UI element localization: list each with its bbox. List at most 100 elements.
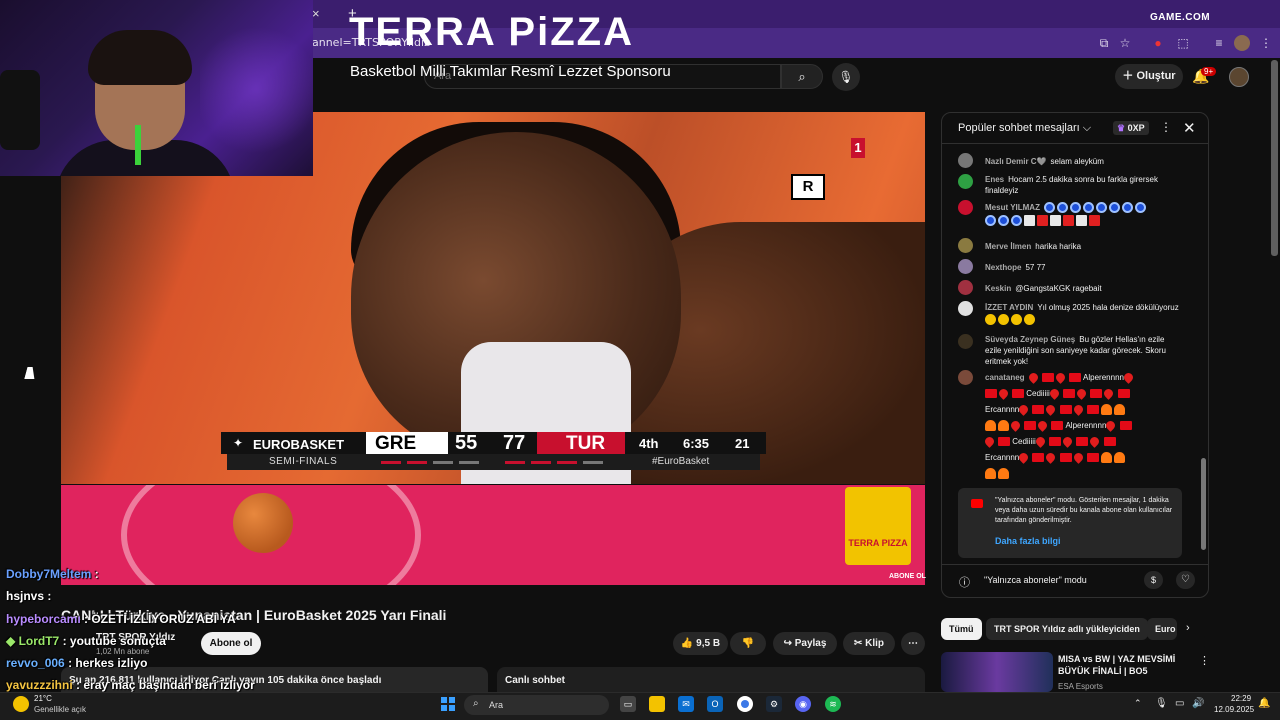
tray-overflow-icon[interactable]: ⌃ — [1134, 698, 1142, 709]
bookmark-star-icon[interactable]: ☆ — [1117, 35, 1133, 51]
steam-icon[interactable]: ⚙ — [766, 696, 782, 712]
notifications-icon[interactable]: 🔔 — [1258, 698, 1270, 709]
overlay-chat-text: : — [47, 589, 52, 603]
chat-author[interactable]: canataneg — [985, 373, 1025, 382]
spotify-icon[interactable]: ≋ — [825, 696, 841, 712]
team1-name: GRE — [375, 433, 417, 454]
related-video-channel[interactable]: ESA Esports — [1058, 682, 1103, 691]
create-button[interactable]: ＋ Oluştur — [1115, 64, 1183, 89]
chat-more-icon[interactable]: ⋮ — [1160, 120, 1172, 134]
streamer-webcam — [0, 0, 313, 176]
overlay-chat-user: yavuzzzihni — [6, 678, 73, 692]
search-button[interactable]: ⌕ — [781, 64, 823, 89]
network-icon[interactable]: ▭ — [1175, 698, 1184, 709]
taskbar-time[interactable]: 22:29 — [1231, 694, 1251, 703]
volume-icon[interactable]: 🔊 — [1192, 698, 1204, 709]
chat-author[interactable]: İZZET AYDIN — [985, 303, 1033, 312]
install-app-icon[interactable]: ⧉ — [1096, 35, 1112, 51]
channel-subscriber-count: 1,02 Mn abone — [96, 647, 150, 656]
chat-message: canataneg Alperennnn Cediiiii Ercannnn A… — [983, 370, 1183, 482]
emoji-turkey-flag-icon — [1024, 421, 1037, 431]
chat-author[interactable]: Mesut YILMAZ — [985, 203, 1040, 212]
account-avatar[interactable] — [1229, 67, 1249, 87]
overlay-chat-text: : youtube sonuçta — [62, 634, 166, 648]
related-video-title[interactable]: MISA vs BW | YAZ MEVSİMİ BÜYÜK FİNALİ | … — [1058, 653, 1188, 677]
chat-text: Ercannnn — [985, 405, 1020, 414]
avatar — [958, 238, 973, 253]
chat-author[interactable]: Merve İlmen — [985, 242, 1031, 251]
emoji-fire-icon — [1113, 404, 1125, 416]
media-control-icon[interactable]: ≡ — [1211, 35, 1227, 51]
heart-reaction-icon[interactable]: ♡ — [1176, 571, 1195, 589]
emoji-fire-icon — [998, 468, 1009, 480]
chat-divider — [942, 143, 1208, 144]
mail-icon[interactable]: ✉ — [678, 696, 694, 712]
tab-close-icon[interactable]: × — [312, 6, 320, 21]
emoji-turkey-flag-icon — [1051, 421, 1064, 431]
plus-icon: ＋ — [1122, 70, 1137, 82]
info-icon[interactable]: ⓘ — [959, 574, 970, 590]
related-video-thumbnail[interactable] — [941, 652, 1053, 692]
emoji-red-square-icon — [1037, 215, 1048, 226]
youtube-icon — [971, 499, 983, 508]
team-foul-indicator — [583, 461, 603, 464]
weather-temperature[interactable]: 21°C — [34, 694, 52, 703]
chat-mode-dropdown[interactable]: Popüler sohbet mesajları ⌵ — [958, 122, 1091, 135]
taskbar-search[interactable] — [464, 695, 609, 715]
chat-close-icon[interactable]: ✕ — [1183, 119, 1196, 137]
emoji-smile-icon — [1024, 314, 1035, 325]
taskbar-date[interactable]: 12.09.2025 — [1214, 705, 1254, 714]
banner-logo-text: TERRA PIZZA — [848, 538, 908, 548]
learn-more-link[interactable]: Daha fazla bilgi — [995, 536, 1061, 546]
subscribe-button[interactable]: Abone ol — [201, 632, 261, 655]
share-button[interactable]: ↪ Paylaş — [773, 632, 837, 655]
emoji-ring-icon — [1043, 202, 1055, 213]
emoji-turkey-flag-icon — [1076, 437, 1089, 447]
discord-icon[interactable]: ◉ — [795, 696, 811, 712]
microphone-tray-icon[interactable]: 🎙 — [1155, 698, 1168, 709]
windows-logo-icon — [449, 697, 455, 703]
emoji-smile-icon — [1011, 314, 1022, 325]
basketball-icon — [233, 493, 293, 553]
emoji-heart-icon — [1071, 403, 1085, 417]
weather-icon[interactable] — [13, 696, 29, 712]
browser-menu-icon[interactable]: ⋮ — [1258, 35, 1274, 51]
chat-xp-badge[interactable]: ♛ 0XP — [1113, 121, 1149, 135]
chrome-icon[interactable] — [737, 696, 753, 712]
outlook-icon[interactable]: O — [707, 696, 723, 712]
emoji-heart-icon — [983, 435, 996, 449]
emoji-ring-icon — [1134, 202, 1146, 213]
chat-author[interactable]: Enes — [985, 175, 1004, 184]
chat-scrollbar[interactable] — [1201, 458, 1206, 550]
clip-button[interactable]: ✂ Klip — [843, 632, 895, 655]
notification-badge: 9+ — [1201, 67, 1217, 76]
super-chat-button[interactable]: $ — [1144, 571, 1163, 589]
filter-chip-euro[interactable]: Euro — [1147, 618, 1177, 640]
chat-author[interactable]: Nexthope — [985, 263, 1021, 272]
profile-avatar[interactable] — [1234, 35, 1250, 51]
related-video-menu-icon[interactable]: ⋮ — [1199, 654, 1210, 667]
chat-author[interactable]: Süveyda Zeynep Güneş — [985, 335, 1075, 344]
emoji-heart-icon — [1009, 419, 1022, 433]
file-explorer-icon[interactable] — [649, 696, 665, 712]
chat-author[interactable]: Keskin — [985, 284, 1011, 293]
page-scrollbar[interactable] — [1271, 60, 1278, 256]
chevron-right-icon[interactable]: › — [1186, 622, 1190, 634]
extension-puzzle-icon[interactable]: ⬚ — [1175, 35, 1191, 51]
like-button[interactable]: 👍 9,5 B — [673, 632, 728, 655]
more-actions-button[interactable]: ⋯ — [901, 632, 925, 655]
chat-author[interactable]: Nazlı Demir C🩶 — [985, 157, 1047, 166]
emoji-turkey-flag-icon — [1041, 373, 1054, 383]
start-button[interactable] — [441, 697, 455, 711]
extension-icon[interactable]: ● — [1150, 35, 1166, 51]
task-view-icon[interactable]: ▭ — [620, 696, 636, 712]
weather-description[interactable]: Genellikle açık — [34, 705, 86, 714]
filter-chip-channel[interactable]: TRT SPOR Yıldız adlı yükleyiciden — [986, 618, 1148, 640]
voice-search-button[interactable]: 🎙 — [832, 63, 860, 91]
emoji-heart-icon — [1044, 403, 1058, 417]
dislike-button[interactable]: 👎 — [730, 632, 766, 655]
team-foul-indicator — [459, 461, 479, 464]
emoji-heart-icon — [1061, 435, 1074, 449]
age-rating-badge: R — [791, 174, 825, 200]
filter-chip-all[interactable]: Tümü — [941, 618, 982, 640]
